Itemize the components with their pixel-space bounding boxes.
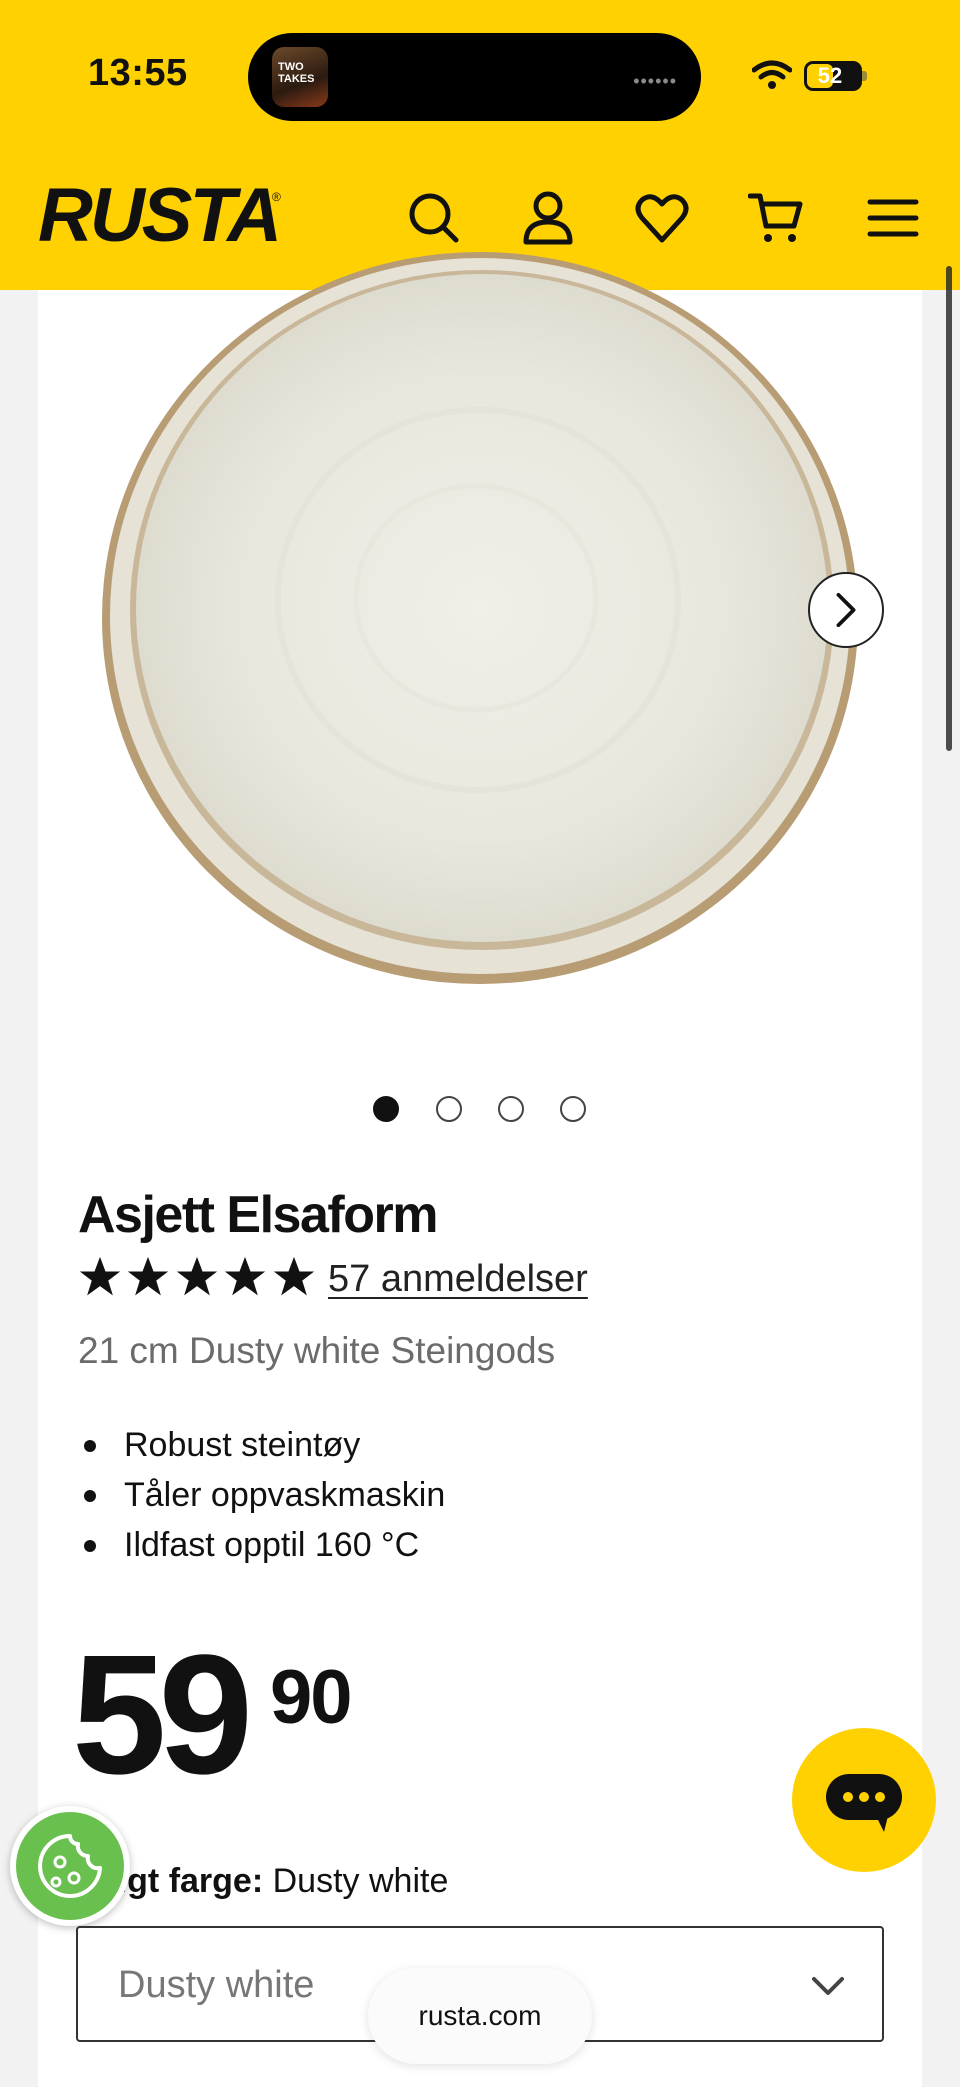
wifi-icon <box>752 60 792 89</box>
price-main: 59 <box>72 1620 253 1810</box>
selected-color-value: Dusty white <box>272 1862 449 1900</box>
feature-list: Robust steintøy Tåler oppvaskmaskin Ildf… <box>78 1420 445 1570</box>
gallery-next-button[interactable] <box>808 572 884 648</box>
gallery-dot-1[interactable] <box>373 1096 399 1122</box>
product-image[interactable] <box>98 230 858 1010</box>
gallery-dot-2[interactable] <box>436 1096 462 1122</box>
browser-url-bar[interactable]: rusta.com <box>368 1968 592 2064</box>
feature-item: Tåler oppvaskmaskin <box>78 1470 445 1520</box>
live-activity-app-icon: TWO TAKES <box>272 47 328 107</box>
live-activity-app-label: TWO TAKES <box>278 61 315 85</box>
star-icon <box>273 1256 314 1296</box>
gallery-dot-3[interactable] <box>498 1096 524 1122</box>
product-title: Asjett Elsaform <box>78 1186 438 1244</box>
cookie-icon <box>38 1834 102 1898</box>
star-icon <box>176 1256 218 1296</box>
status-time: 13:55 <box>88 52 188 94</box>
gallery-pagination <box>0 1096 960 1126</box>
product-subtitle: 21 cm Dusty white Steingods <box>78 1330 556 1371</box>
registered-mark: ® <box>272 190 281 204</box>
chevron-down-icon <box>812 1977 844 1995</box>
star-icon <box>225 1256 266 1296</box>
feature-item: Robust steintøy <box>78 1420 445 1470</box>
chat-button[interactable] <box>792 1728 936 1872</box>
dynamic-island[interactable]: TWO TAKES •••••• <box>248 33 701 121</box>
page-scrollbar[interactable] <box>946 266 952 751</box>
battery-icon: 52 <box>804 61 862 91</box>
selected-color-label: Valgt farge: Dusty white <box>78 1862 448 1901</box>
rating-stars[interactable] <box>78 1255 316 1311</box>
island-dots-icon: •••••• <box>633 71 677 91</box>
menu-icon[interactable] <box>866 188 922 248</box>
price-decimals: 90 <box>270 1655 353 1740</box>
star-icon <box>128 1256 169 1296</box>
color-select-value: Dusty white <box>118 1964 315 2006</box>
cookie-settings-button[interactable] <box>10 1806 130 1926</box>
reviews-link[interactable]: 57 anmeldelser <box>328 1258 588 1301</box>
star-icon <box>79 1256 121 1296</box>
battery-cap <box>862 71 867 81</box>
gallery-dot-4[interactable] <box>560 1096 586 1122</box>
feature-item: Ildfast opptil 160 °C <box>78 1520 445 1570</box>
battery-level: 52 <box>817 63 843 88</box>
